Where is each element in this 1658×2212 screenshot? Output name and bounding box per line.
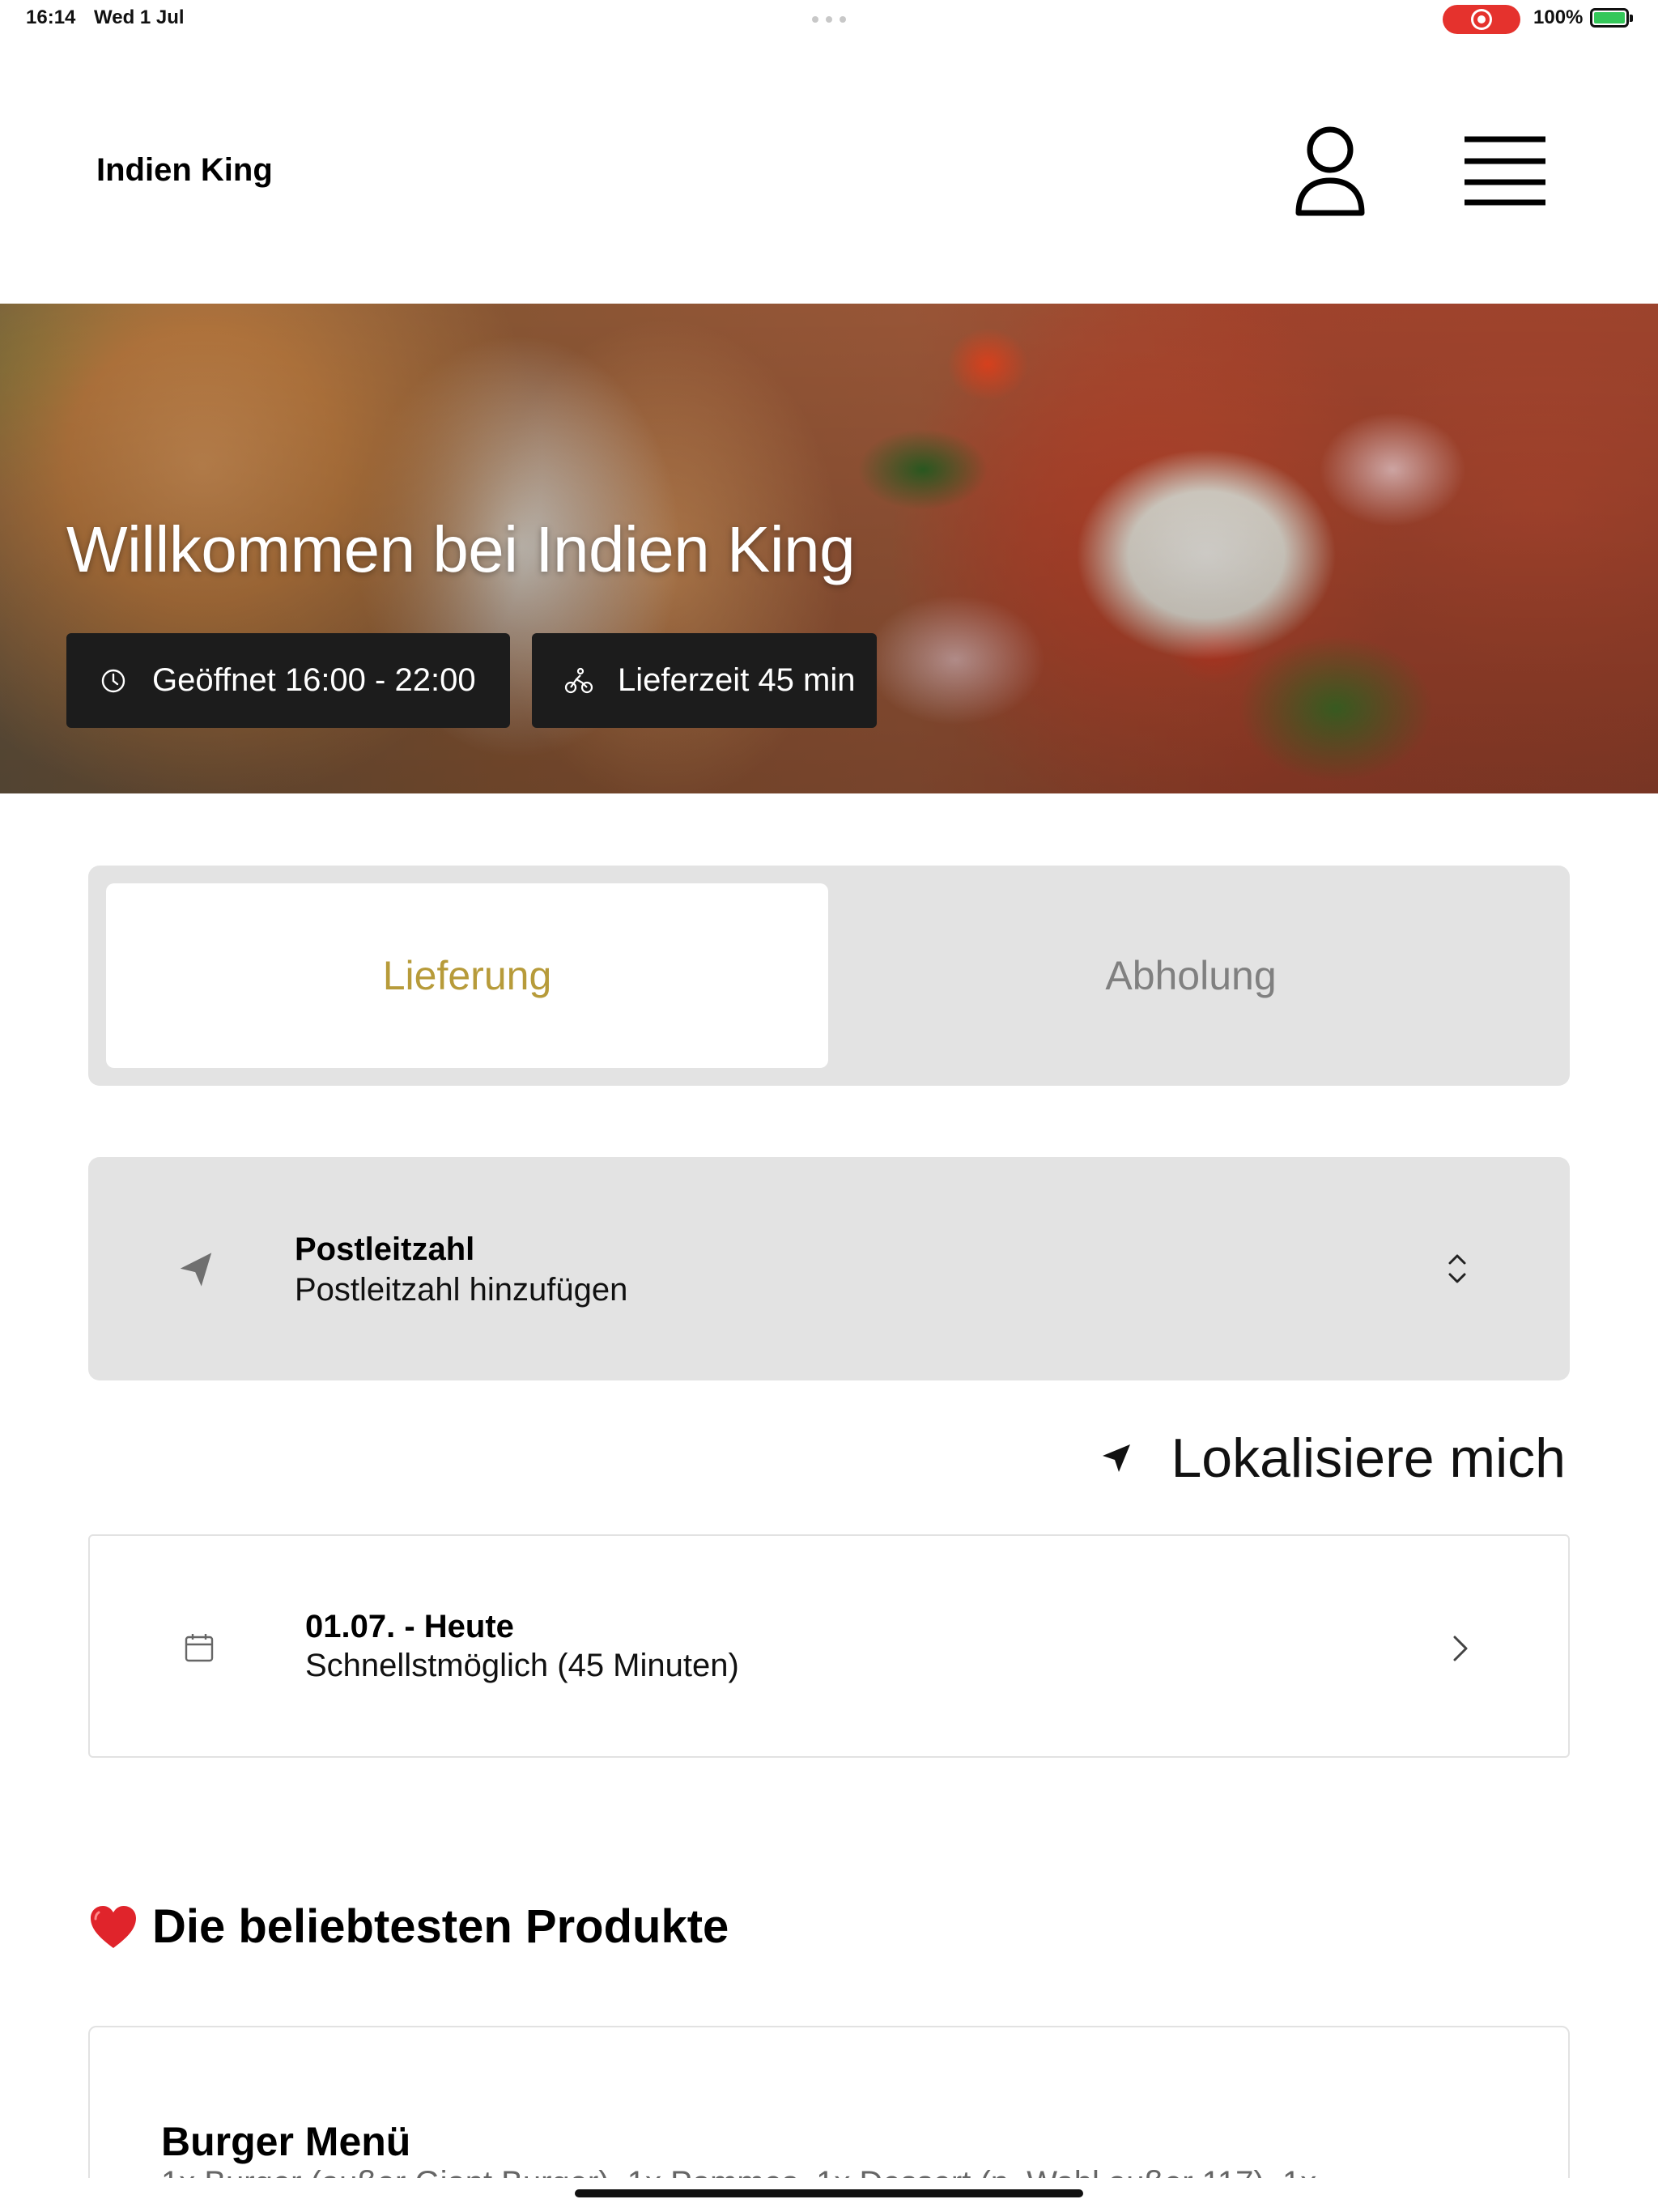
opening-hours-text: Geöffnet 16:00 - 22:00	[152, 662, 476, 698]
user-account-icon[interactable]	[1292, 125, 1368, 218]
status-date: Wed 1 Jul	[94, 6, 185, 28]
navigation-arrow-icon	[180, 1253, 212, 1287]
locate-me-label: Lokalisiere mich	[1171, 1427, 1566, 1489]
battery-percent: 100%	[1533, 6, 1584, 28]
tab-abholung[interactable]: Abholung	[830, 883, 1552, 1068]
opening-hours-badge: Geöffnet 16:00 - 22:00	[66, 633, 510, 728]
hero-banner: Willkommen bei Indien King Geöffnet 16:0…	[0, 304, 1658, 793]
bicycle-courier-icon	[564, 667, 593, 693]
postcode-label: Postleitzahl	[295, 1231, 475, 1267]
battery-charging-icon	[1590, 8, 1633, 28]
delivery-time-badge: Lieferzeit 45 min	[532, 633, 877, 728]
delivery-time-text: Lieferzeit 45 min	[618, 662, 856, 698]
chevron-up-down-icon	[1448, 1254, 1466, 1283]
chevron-right-icon	[1453, 1636, 1468, 1661]
multitasking-dots-icon[interactable]	[812, 16, 846, 23]
hero-title: Willkommen bei Indien King	[66, 513, 856, 585]
app-header: Indien King	[0, 39, 1658, 304]
status-bar: 16:14 Wed 1 Jul 100%	[0, 0, 1658, 39]
schedule-time: Schnellstmöglich (45 Minuten)	[305, 1648, 739, 1683]
calendar-icon	[185, 1634, 214, 1662]
delivery-schedule-card[interactable]: 01.07. - Heute Schnellstmöglich (45 Minu…	[88, 1534, 1570, 1758]
home-indicator[interactable]	[575, 2189, 1083, 2197]
tab-lieferung[interactable]: Lieferung	[106, 883, 828, 1068]
brand-name[interactable]: Indien King	[96, 152, 273, 189]
hamburger-menu-icon[interactable]	[1465, 136, 1545, 206]
postcode-placeholder: Postleitzahl hinzufügen	[295, 1272, 628, 1308]
order-type-toggle: Lieferung Abholung	[88, 866, 1570, 1086]
popular-products-label: Die beliebtesten Produkte	[152, 1900, 729, 1953]
product-name: Burger Menü	[161, 2119, 411, 2164]
schedule-date: 01.07. - Heute	[305, 1609, 514, 1644]
popular-products-heading: Die beliebtesten Produkte	[89, 1899, 729, 1954]
clock-icon	[101, 669, 125, 692]
heart-icon	[91, 1905, 136, 1948]
screen-recording-icon[interactable]	[1443, 5, 1520, 34]
postcode-selector[interactable]: Postleitzahl Postleitzahl hinzufügen	[88, 1157, 1570, 1380]
status-time: 16:14	[26, 6, 76, 28]
location-arrow-icon	[1103, 1444, 1131, 1472]
locate-me-button[interactable]: Lokalisiere mich	[1101, 1427, 1566, 1490]
